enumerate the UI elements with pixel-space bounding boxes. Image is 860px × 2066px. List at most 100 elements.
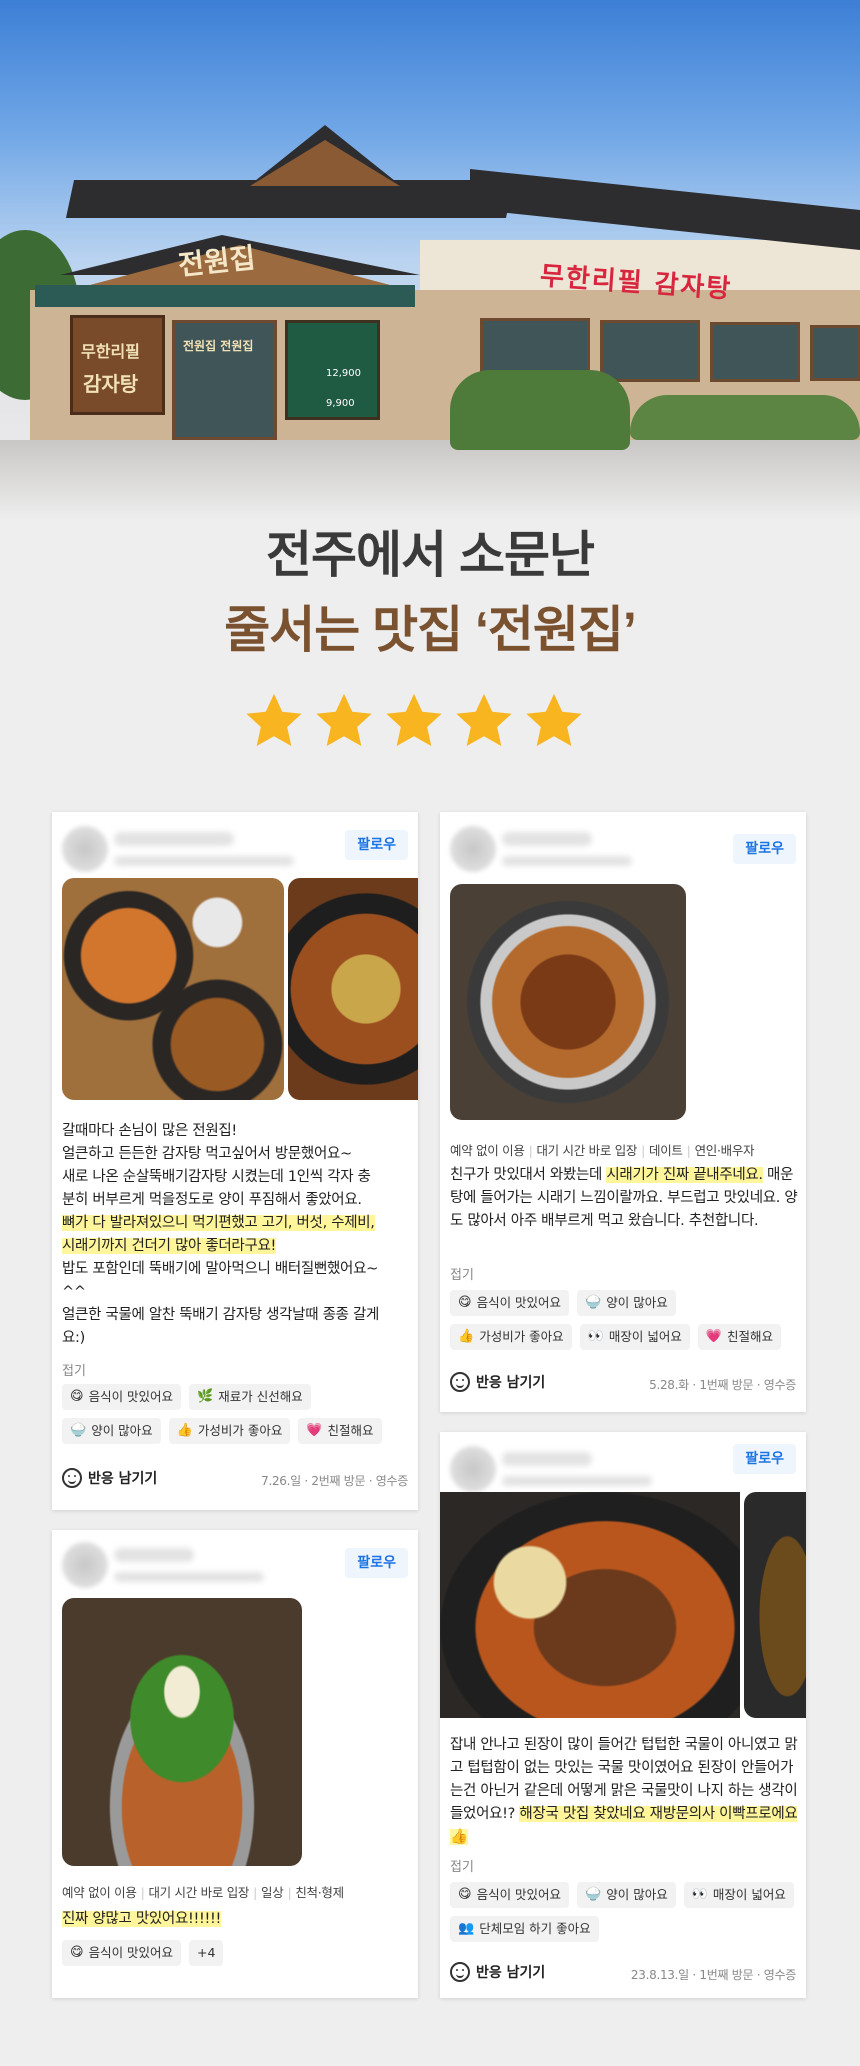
visit-tag: 친척·형제 xyxy=(295,1885,344,1900)
keyword-icon: 🍚 xyxy=(585,1887,602,1902)
avatar xyxy=(62,826,108,872)
review-text-line: 분히 버부르게 먹을정도로 양이 푸짐해서 좋았어요. xyxy=(62,1192,362,1208)
entrance-door: 전원집 전원집 xyxy=(172,320,277,440)
keyword-chip: 👥 단체모임 하기 좋아요 xyxy=(450,1916,599,1942)
window xyxy=(600,320,700,382)
chip-label: 단체모임 하기 좋아요 xyxy=(479,1921,591,1936)
review-photo[interactable] xyxy=(450,884,686,1120)
follow-button[interactable]: 팔로우 xyxy=(345,830,408,860)
review-photo[interactable] xyxy=(744,1492,806,1718)
react-label: 반응 남기기 xyxy=(88,1471,158,1487)
keyword-icon: 😋 xyxy=(458,1887,472,1902)
star-icon xyxy=(246,693,302,747)
review-text-highlight: 진짜 양많고 맛있어요!!!!!! xyxy=(62,1911,222,1927)
reviewer-name xyxy=(502,1452,592,1466)
review-text-line: 새로 나온 순살뚝배기감자탕 시켰는데 1인씩 각자 충 xyxy=(62,1169,371,1185)
visit-tag: 예약 없이 이용 xyxy=(450,1143,525,1158)
keyword-chip: 👀 매장이 넓어요 xyxy=(579,1324,690,1350)
review-text-line: 밥도 포함인데 뚝배기에 말아먹으니 배터질뻔했어요~ xyxy=(62,1261,378,1277)
react-button[interactable]: 반응 남기기 xyxy=(62,1468,157,1488)
more-chips-button[interactable]: +4 xyxy=(189,1940,224,1966)
menu-board: 12,900 9,900 xyxy=(285,320,380,420)
keyword-icon: 👍 xyxy=(176,1423,193,1438)
hedge xyxy=(450,370,630,450)
visit-tags: 예약 없이 이용 | 대기 시간 바로 입장 | 일상 | 친척·형제 xyxy=(62,1882,344,1901)
star-icon xyxy=(456,693,512,747)
review-text-part: 친구가 맛있대서 와봤는데 xyxy=(450,1167,607,1183)
review-text-line: 뼈가 다 발라져있으니 먹기편했고 고기, 버섯, 수제비, xyxy=(62,1212,412,1235)
chip-label: 친절해요 xyxy=(727,1329,774,1344)
keyword-chips: 😋 음식이 맛있어요 🍚 양이 많아요 👍 가성비가 좋아요 👀 매장이 넓어요 💗 친절해요 xyxy=(450,1290,790,1350)
fold-link[interactable]: 접기 xyxy=(450,1264,474,1283)
review-text-line: 얼큰하고 든든한 감자탕 먹고싶어서 방문했어요~ xyxy=(62,1146,352,1162)
tag-separator: | xyxy=(686,1143,691,1158)
fold-link[interactable]: 접기 xyxy=(450,1856,474,1875)
keyword-chip: 🍚 양이 많아요 xyxy=(62,1418,161,1444)
review-text-highlight: 시래기가 진짜 끝내주네요. xyxy=(606,1167,763,1183)
keyword-icon: 👀 xyxy=(691,1887,708,1902)
ground xyxy=(0,440,860,520)
headline-line-2: 줄서는 맛집 ‘전원집’ xyxy=(224,602,637,658)
review-text-line: 갈때마다 손님이 많은 전원집! xyxy=(62,1123,237,1139)
chip-label: 매장이 넓어요 xyxy=(712,1887,786,1902)
review-text-line: 요:) xyxy=(62,1330,85,1346)
keyword-icon: 🌿 xyxy=(197,1389,214,1404)
follow-button[interactable]: 팔로우 xyxy=(733,1444,796,1474)
keyword-icon: 💗 xyxy=(705,1329,723,1344)
star-icon xyxy=(316,693,372,747)
visit-meta: 23.8.13.일 · 1번째 방문 · 영수증 xyxy=(630,1968,796,1982)
fold-link[interactable]: 접기 xyxy=(62,1360,86,1379)
tag-separator: | xyxy=(140,1885,145,1900)
follow-button[interactable]: 팔로우 xyxy=(345,1548,408,1578)
review-card: 팔로우 예약 없이 이용 | 대기 시간 바로 입장 | 데이트 | 연인·배우자 친구가 … xyxy=(440,812,806,1412)
visit-tags: 예약 없이 이용 | 대기 시간 바로 입장 | 데이트 | 연인·배우자 xyxy=(450,1140,755,1159)
chip-label: 음식이 맛있어요 xyxy=(476,1295,562,1310)
follow-button[interactable]: 팔로우 xyxy=(733,834,796,864)
review-text-line: ^^ xyxy=(62,1284,86,1300)
review-photo[interactable] xyxy=(62,878,284,1100)
keyword-chip: 😋 음식이 맛있어요 xyxy=(450,1882,570,1908)
keyword-chips: 😋 음식이 맛있어요 🍚 양이 많아요 👀 매장이 넓어요 👥 단체모임 하기 좋아요 xyxy=(450,1882,796,1942)
review-text: 잡내 안나고 된장이 많이 들어간 텁텁한 국물이 아니였고 맑고 텁텁함이 없… xyxy=(450,1734,802,1849)
review-text-highlight: 뼈가 다 발라져있으니 먹기편했고 고기, 버섯, 수제비, xyxy=(62,1215,375,1231)
keyword-chip: 🍚 양이 많아요 xyxy=(577,1882,676,1908)
headline-line-1: 전주에서 소문난 xyxy=(266,527,595,583)
avatar xyxy=(450,1446,496,1492)
review-photo[interactable] xyxy=(440,1492,740,1718)
hero-photo: 전원집 무한리필 감자탕 무한리필 감자탕 전원집 전원집 12,900 9,9… xyxy=(0,0,860,520)
wood-gable xyxy=(250,140,400,186)
react-label: 반응 남기기 xyxy=(476,1965,546,1981)
chip-label: 양이 많아요 xyxy=(91,1423,153,1438)
chip-label: 친절해요 xyxy=(327,1423,374,1438)
keyword-icon: 😋 xyxy=(458,1295,472,1310)
keyword-icon: 😋 xyxy=(70,1389,84,1404)
window xyxy=(810,325,860,381)
keyword-chip: 💗 친절해요 xyxy=(697,1324,782,1350)
chip-label: 가성비가 좋아요 xyxy=(197,1423,283,1438)
keyword-chip: 👀 매장이 넓어요 xyxy=(683,1882,794,1908)
visit-tag: 대기 시간 바로 입장 xyxy=(536,1143,638,1158)
react-button[interactable]: 반응 남기기 xyxy=(450,1962,545,1982)
tag-separator: | xyxy=(253,1885,258,1900)
visit-meta: 5.28.화 · 1번째 방문 · 영수증 xyxy=(649,1378,796,1392)
reviewer-stats xyxy=(502,1476,652,1486)
star-icon xyxy=(526,693,582,747)
visit-tag: 예약 없이 이용 xyxy=(62,1885,137,1900)
tag-separator: | xyxy=(641,1143,646,1158)
visit-tag: 일상 xyxy=(261,1885,284,1900)
review-text: 친구가 맛있대서 와봤는데 시래기가 진짜 끝내주네요. 매운탕에 들어가는 시… xyxy=(450,1164,798,1233)
keyword-chip: 😋 음식이 맛있어요 xyxy=(450,1290,570,1316)
tag-separator: | xyxy=(287,1885,292,1900)
reviewer-name xyxy=(502,832,592,846)
keyword-icon: 👥 xyxy=(458,1921,475,1936)
review-text: 진짜 양많고 맛있어요!!!!!! xyxy=(62,1908,410,1931)
rating-stars xyxy=(243,690,617,756)
review-photo[interactable] xyxy=(62,1598,302,1866)
review-text-line: 얼큰한 국물에 알찬 뚝배기 감자탕 생각날때 종종 갈게 xyxy=(62,1307,380,1323)
chip-label: 음식이 맛있어요 xyxy=(88,1945,174,1960)
chip-label: 양이 많아요 xyxy=(606,1295,668,1310)
review-photo[interactable] xyxy=(288,878,418,1100)
hedge xyxy=(630,395,860,440)
react-button[interactable]: 반응 남기기 xyxy=(450,1372,545,1392)
menu-price: 9,900 xyxy=(326,398,355,409)
